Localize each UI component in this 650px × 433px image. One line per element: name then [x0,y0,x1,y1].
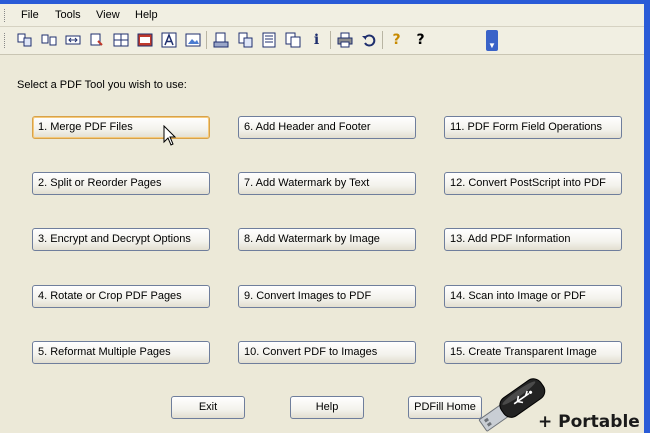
transparent-image-button[interactable]: 15. Create Transparent Image [444,341,622,364]
info-button[interactable]: i [306,30,327,50]
toolbar-grip[interactable] [4,33,8,48]
form-field-operations-button[interactable]: 11. PDF Form Field Operations [444,116,622,139]
menubar-grip[interactable] [4,9,8,22]
toolbar-separator [382,31,383,49]
toolbar-separator [330,31,331,49]
menu-tools[interactable]: Tools [55,9,81,21]
convert-button[interactable] [86,30,107,50]
menu-bar: File Tools View Help [0,4,644,27]
reformat-pages-button[interactable]: 5. Reformat Multiple Pages [32,341,210,364]
scan-to-image-pdf-button[interactable]: 14. Scan into Image or PDF [444,285,622,308]
film-icon [137,33,152,47]
merge-icon [17,33,31,47]
toolbar-overflow-button[interactable]: ▼ [486,30,498,51]
film-button[interactable] [134,30,155,50]
watermark-image-button[interactable]: 8. Add Watermark by Image [238,228,416,251]
images-to-pdf-button[interactable]: 9. Convert Images to PDF [238,285,416,308]
pages-icon [285,32,300,48]
postscript-to-pdf-button[interactable]: 12. Convert PostScript into PDF [444,172,622,195]
scan-icon [213,32,228,48]
undo-button[interactable] [358,30,379,50]
merge-pdf-files-button[interactable]: 1. Merge PDF Files [32,116,210,139]
add-pdf-info-button[interactable]: 13. Add PDF Information [444,228,622,251]
crop-button[interactable] [62,30,83,50]
menu-view[interactable]: View [96,9,120,21]
text-a-icon [161,32,176,48]
help-button[interactable]: Help [290,396,364,419]
watermark-text-button[interactable]: 7. Add Watermark by Text [238,172,416,195]
pages-button[interactable] [282,30,303,50]
image-icon [185,33,200,47]
pdf-to-images-button[interactable]: 10. Convert PDF to Images [238,341,416,364]
window-frame-right [644,0,650,433]
menu-help[interactable]: Help [135,9,158,21]
split-reorder-pages-button[interactable]: 2. Split or Reorder Pages [32,172,210,195]
crop-icon [65,35,80,45]
undo-icon [361,34,375,47]
text-button[interactable] [158,30,179,50]
reformat-button[interactable] [234,30,255,50]
reformat-icon [238,32,252,48]
grid-icon [113,33,128,47]
menu-file[interactable]: File [21,9,39,21]
info-icon: i [313,32,320,48]
printer-icon [337,32,352,48]
scan-button[interactable] [210,30,231,50]
add-header-footer-button[interactable]: 6. Add Header and Footer [238,116,416,139]
help-icon: ? [392,32,401,48]
mouse-cursor-icon [163,125,177,146]
toolbar-separator [206,31,207,49]
image-button[interactable] [182,30,203,50]
exit-button[interactable]: Exit [171,396,245,419]
whats-this-icon: ? [416,32,425,48]
whats-this-button[interactable]: ? [410,30,431,50]
merge-button[interactable] [14,30,35,50]
tool-prompt-label: Select a PDF Tool you wish to use: [17,79,187,91]
split-icon [41,34,56,46]
print-button[interactable] [334,30,355,50]
rotate-crop-button[interactable]: 4. Rotate or Crop PDF Pages [32,285,210,308]
document-icon [262,32,275,48]
split-button[interactable] [38,30,59,50]
portable-label: + Portable [538,412,640,432]
convert-icon [90,33,103,46]
encrypt-decrypt-button[interactable]: 3. Encrypt and Decrypt Options [32,228,210,251]
grid-button[interactable] [110,30,131,50]
chevron-down-icon: ▼ [488,41,496,50]
help-button-toolbar[interactable]: ? [386,30,407,50]
document-button[interactable] [258,30,279,50]
toolbar: i ? ? ▼ [0,27,644,55]
